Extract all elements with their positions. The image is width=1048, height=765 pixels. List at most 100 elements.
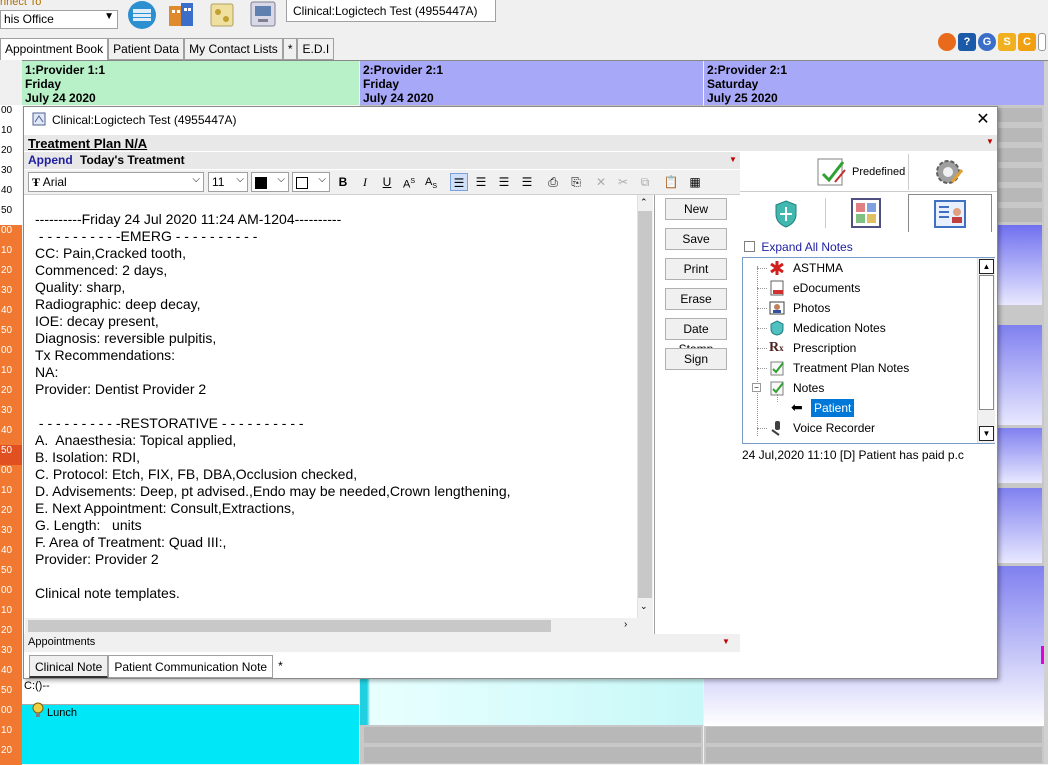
table-icon[interactable]: ▦ <box>686 173 704 191</box>
treatment-plan-label[interactable]: Treatment Plan N/A <box>28 136 147 151</box>
copy-icon[interactable]: ⧉ <box>636 173 654 191</box>
dropdown-arrow-icon[interactable]: ▼ <box>986 137 994 146</box>
tree-item-medication-notes[interactable]: Medication Notes <box>793 319 886 337</box>
monitor-icon[interactable] <box>248 0 282 30</box>
tree-item-patient[interactable]: Patient <box>811 399 855 417</box>
appointment-block[interactable] <box>22 679 359 705</box>
tree-item-treatment-plan-notes[interactable]: Treatment Plan Notes <box>793 359 909 377</box>
align-left-icon[interactable]: ☰ <box>450 173 468 191</box>
print-icon[interactable]: ⎙ <box>544 173 562 191</box>
schedule-slot[interactable] <box>998 108 1042 122</box>
clinical-window-tab[interactable]: Clinical:Logictech Test (4955447A) <box>286 0 496 22</box>
clinic-building-icon[interactable] <box>165 0 199 30</box>
schedule-slot[interactable] <box>998 208 1042 222</box>
tab-patient-data[interactable]: Patient Data <box>108 38 185 60</box>
underline-icon[interactable]: U <box>378 173 396 191</box>
print-button[interactable]: Print <box>665 258 727 280</box>
bold-icon[interactable]: B <box>334 173 352 191</box>
dropdown-arrow-icon[interactable]: ▼ <box>729 155 737 164</box>
tab-notes[interactable] <box>908 194 992 232</box>
tree-item-voice-recorder[interactable]: Voice Recorder <box>793 419 875 437</box>
scrollbar-thumb[interactable] <box>979 275 994 410</box>
align-justify-icon[interactable]: ☰ <box>495 173 513 191</box>
dropdown-arrow-icon[interactable]: ▼ <box>722 637 730 646</box>
scrollbar-thumb[interactable] <box>638 211 652 598</box>
appointment-block[interactable] <box>998 225 1042 305</box>
font-color-select[interactable]: ⌵ <box>251 172 289 192</box>
tree-scrollbar[interactable]: ▲ ▼ <box>977 258 995 443</box>
tree-item-edocuments[interactable]: eDocuments <box>793 279 860 297</box>
schedule-slot[interactable] <box>364 727 701 743</box>
schedule-slot[interactable] <box>998 168 1042 182</box>
expand-all-notes[interactable]: Expand All Notes <box>744 240 853 254</box>
align-right-icon[interactable]: ☰ <box>518 173 536 191</box>
tab-add-note[interactable]: * <box>273 655 288 678</box>
schedule-slot[interactable] <box>998 128 1042 142</box>
more-icon[interactable] <box>1038 33 1046 51</box>
font-size-select[interactable]: 11 ⌵ <box>208 172 248 192</box>
superscript-icon[interactable]: AS <box>400 173 418 191</box>
schedule-slot[interactable] <box>706 727 1042 743</box>
cut-icon[interactable]: ✂ <box>614 173 632 191</box>
provider-header[interactable]: 1:Provider 1:1 Friday July 24 2020 <box>22 61 359 105</box>
new-button[interactable]: New <box>665 198 727 220</box>
appointment-block[interactable] <box>998 325 1042 425</box>
predefined-label[interactable]: Predefined <box>852 166 905 178</box>
schedule-slot[interactable] <box>706 747 1042 763</box>
tree-item-asthma[interactable]: ASTHMA <box>793 259 843 277</box>
appointment-block[interactable] <box>998 488 1042 563</box>
appointments-bar[interactable]: Appointments ▼ <box>24 634 740 652</box>
orange-circle-icon[interactable] <box>938 33 956 51</box>
scroll-up-icon[interactable]: ⌃ <box>640 197 648 208</box>
appointment-block[interactable] <box>998 428 1042 483</box>
appointment-block[interactable] <box>360 679 703 725</box>
sign-button[interactable]: Sign <box>665 348 727 370</box>
treatment-plan-bar[interactable]: Treatment Plan N/A ▼ <box>24 135 997 151</box>
cloud-server-icon[interactable] <box>124 0 158 30</box>
align-center-icon[interactable]: ☰ <box>472 173 490 191</box>
erase-button[interactable]: Erase <box>665 288 727 310</box>
office-select[interactable]: his Office ▼ <box>0 10 118 29</box>
append-label[interactable]: Append <box>28 153 73 167</box>
provider-header[interactable]: 2:Provider 2:1 Saturday July 25 2020 <box>704 61 1044 105</box>
provider-header[interactable]: 2:Provider 2:1 Friday July 24 2020 <box>360 61 703 105</box>
s-icon[interactable]: S <box>998 33 1016 51</box>
scroll-down-icon[interactable]: ⌄ <box>640 601 648 612</box>
print-preview-icon[interactable]: ⎘ <box>567 173 585 191</box>
font-family-select[interactable]: Ŧ Arial ⌵ <box>28 172 204 192</box>
predefined-icon[interactable] <box>815 156 847 188</box>
tab-medical[interactable] <box>740 194 822 232</box>
clinical-note-editor[interactable]: ----------Friday 24 Jul 2020 11:24 AM-12… <box>25 195 653 618</box>
tree-item-prescription[interactable]: Prescription <box>793 339 856 357</box>
money-icon[interactable] <box>206 0 240 30</box>
tab-appointment-book[interactable]: Appointment Book <box>0 38 109 60</box>
tree-item-notes[interactable]: Notes <box>793 379 824 397</box>
tab-add[interactable]: * <box>282 38 298 60</box>
tree-item-photos[interactable]: Photos <box>793 299 830 317</box>
subscript-icon[interactable]: AS <box>422 173 440 191</box>
close-icon[interactable]: ✕ <box>972 109 994 131</box>
settings-gear-icon[interactable] <box>932 156 964 188</box>
delete-icon[interactable]: ✕ <box>592 173 610 191</box>
scroll-right-icon[interactable]: › <box>624 619 627 630</box>
paste-icon[interactable]: 📋 <box>662 173 680 191</box>
scroll-down-icon[interactable]: ▼ <box>979 426 994 441</box>
tab-patient-communication-note[interactable]: Patient Communication Note <box>108 655 274 678</box>
scrollbar-thumb[interactable] <box>28 620 551 632</box>
dialog-title-bar[interactable]: Clinical:Logictech Test (4955447A) <box>24 107 997 133</box>
help-icon[interactable]: ? <box>958 33 976 51</box>
collapse-icon[interactable]: − <box>752 383 761 392</box>
g-icon[interactable]: G <box>978 33 996 51</box>
tab-clinical-note[interactable]: Clinical Note <box>29 655 109 678</box>
scroll-up-icon[interactable]: ▲ <box>979 259 994 274</box>
schedule-slot[interactable] <box>364 747 701 763</box>
schedule-scrollbar[interactable] <box>1044 61 1048 764</box>
save-button[interactable]: Save <box>665 228 727 250</box>
italic-icon[interactable]: I <box>356 173 374 191</box>
schedule-slot[interactable] <box>998 148 1042 162</box>
tab-my-contact-lists[interactable]: My Contact Lists <box>184 38 283 60</box>
schedule-slot[interactable] <box>998 188 1042 202</box>
c-icon[interactable]: C <box>1018 33 1036 51</box>
tab-edi[interactable]: E.D.I <box>297 38 335 60</box>
date-stamp-button[interactable]: Date Stamp <box>665 318 727 356</box>
